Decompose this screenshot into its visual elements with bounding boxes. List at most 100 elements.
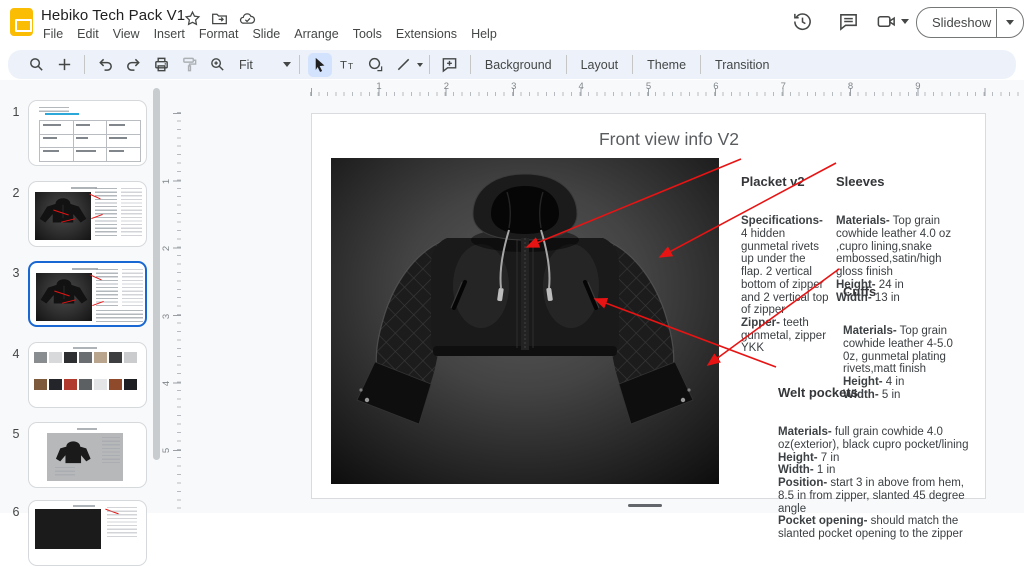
slideshow-button[interactable]: Slideshow: [916, 7, 1024, 38]
layout-button[interactable]: Layout: [573, 54, 627, 76]
annotation-welt-pockets[interactable]: Welt pockets Materials- full grain cowhi…: [778, 361, 974, 566]
menu-edit[interactable]: Edit: [70, 25, 106, 45]
slideshow-label: Slideshow: [917, 15, 993, 30]
undo-icon[interactable]: [93, 53, 117, 77]
vruler-number-2: 2: [161, 246, 172, 251]
moodboard-tile: [94, 352, 107, 363]
annotation-placket-body: Specifications- 4 hidden gunmetal rivets…: [741, 215, 829, 355]
zoom-caret: [283, 62, 291, 67]
menu-format[interactable]: Format: [192, 25, 246, 45]
slide-canvas[interactable]: Front view info V2: [311, 113, 986, 499]
meet-camera-icon[interactable]: [876, 11, 897, 32]
moodboard-preview: [34, 352, 143, 404]
line-tool-icon[interactable]: [392, 53, 416, 77]
moodboard-tile: [124, 352, 137, 363]
menu-arrange[interactable]: Arrange: [287, 25, 345, 45]
slideshow-dropdown[interactable]: [997, 20, 1023, 25]
search-menus-icon[interactable]: [24, 53, 48, 77]
annotation-welt-heading: Welt pockets: [778, 386, 974, 401]
vruler-number-4: 4: [161, 381, 172, 386]
slide-thumbnail-6[interactable]: [28, 500, 147, 566]
new-slide-plus-icon[interactable]: [52, 53, 76, 77]
zoom-select[interactable]: Fit: [233, 58, 291, 72]
hruler-number-4: 4: [578, 81, 583, 92]
annotation-welt-body: Materials- full grain cowhide 4.0 oz(ext…: [778, 426, 974, 540]
hruler-number-6: 6: [713, 81, 718, 92]
select-tool-icon[interactable]: [308, 53, 332, 77]
slide-number-1: 1: [8, 105, 24, 119]
background-button[interactable]: Background: [477, 54, 560, 76]
app-top-bar: Hebiko Tech Pack V1 FileEditViewInsertFo…: [0, 0, 1024, 48]
horizontal-ruler: 123456789: [181, 84, 1024, 96]
zoom-in-icon[interactable]: [205, 53, 229, 77]
vruler-number-5: 5: [161, 448, 172, 453]
slide-thumbnail-5[interactable]: [28, 422, 147, 488]
slide-thumbnail-4[interactable]: [28, 342, 147, 408]
toolbar-divider: [632, 55, 633, 74]
moodboard-tile: [34, 379, 47, 390]
moodboard-tile: [109, 379, 122, 390]
hruler-number-2: 2: [444, 81, 449, 92]
shape-tool-icon[interactable]: [364, 53, 388, 77]
hruler-number-3: 3: [511, 81, 516, 92]
toolbar-divider: [470, 55, 471, 74]
paint-format-icon[interactable]: [177, 53, 201, 77]
menu-file[interactable]: File: [36, 25, 70, 45]
vruler-number-1: 1: [161, 179, 172, 184]
insert-comment-icon[interactable]: [438, 53, 462, 77]
hruler-number-1: 1: [376, 81, 381, 92]
moodboard-tile: [79, 379, 92, 390]
svg-text:T: T: [340, 59, 347, 71]
menu-tools[interactable]: Tools: [346, 25, 389, 45]
moodboard-tile: [64, 379, 77, 390]
moodboard-tile: [49, 352, 62, 363]
slide-number-5: 5: [8, 427, 24, 441]
moodboard-tile: [49, 379, 62, 390]
camera-dropdown-caret[interactable]: [901, 19, 909, 24]
slide-number-4: 4: [8, 347, 24, 361]
line-tool-caret[interactable]: [417, 63, 423, 67]
slide-number-6: 6: [8, 505, 24, 519]
toolbar-divider: [299, 55, 300, 74]
speaker-notes-resize-handle[interactable]: [628, 504, 662, 507]
toolbar: Fit TT Background Layout Theme Transitio…: [8, 50, 1016, 79]
toolbar-divider: [700, 55, 701, 74]
vruler-number-3: 3: [161, 314, 172, 319]
annotation-cuffs-heading: Cuffs: [843, 285, 969, 300]
menu-slide[interactable]: Slide: [245, 25, 287, 45]
filmstrip-scrollbar[interactable]: [153, 88, 160, 460]
hruler-number-5: 5: [646, 81, 651, 92]
moodboard-tile: [34, 352, 47, 363]
slide-thumbnail-1[interactable]: [28, 100, 147, 166]
slide-title[interactable]: Front view info V2: [459, 129, 879, 150]
version-history-icon[interactable]: [792, 11, 813, 32]
slide-number-3: 3: [8, 266, 24, 280]
menu-extensions[interactable]: Extensions: [389, 25, 464, 45]
moodboard-tile: [79, 352, 92, 363]
toolbar-divider: [84, 55, 85, 74]
theme-button[interactable]: Theme: [639, 54, 694, 76]
menu-bar: FileEditViewInsertFormatSlideArrangeTool…: [36, 25, 504, 45]
comments-icon[interactable]: [838, 11, 859, 32]
hruler-number-7: 7: [781, 81, 786, 92]
toolbar-divider: [566, 55, 567, 74]
transition-button[interactable]: Transition: [707, 54, 777, 76]
slide-thumbnail-2[interactable]: [28, 181, 147, 247]
slide-thumbnail-3-selected[interactable]: [28, 261, 147, 327]
menu-view[interactable]: View: [106, 25, 147, 45]
print-icon[interactable]: [149, 53, 173, 77]
moodboard-tile: [124, 379, 137, 390]
redo-icon[interactable]: [121, 53, 145, 77]
svg-text:T: T: [348, 61, 353, 71]
annotation-placket[interactable]: Placket v2 Specifications- 4 hidden gunm…: [741, 150, 829, 380]
jacket-front-photo[interactable]: [331, 158, 719, 484]
zoom-value: Fit: [233, 58, 257, 72]
menu-insert[interactable]: Insert: [147, 25, 192, 45]
hruler-number-9: 9: [915, 81, 920, 92]
document-title[interactable]: Hebiko Tech Pack V1: [41, 7, 185, 24]
toolbar-divider: [429, 55, 430, 74]
google-slides-logo[interactable]: [10, 8, 33, 36]
menu-help[interactable]: Help: [464, 25, 504, 45]
slide-number-2: 2: [8, 186, 24, 200]
text-box-icon[interactable]: TT: [336, 53, 360, 77]
